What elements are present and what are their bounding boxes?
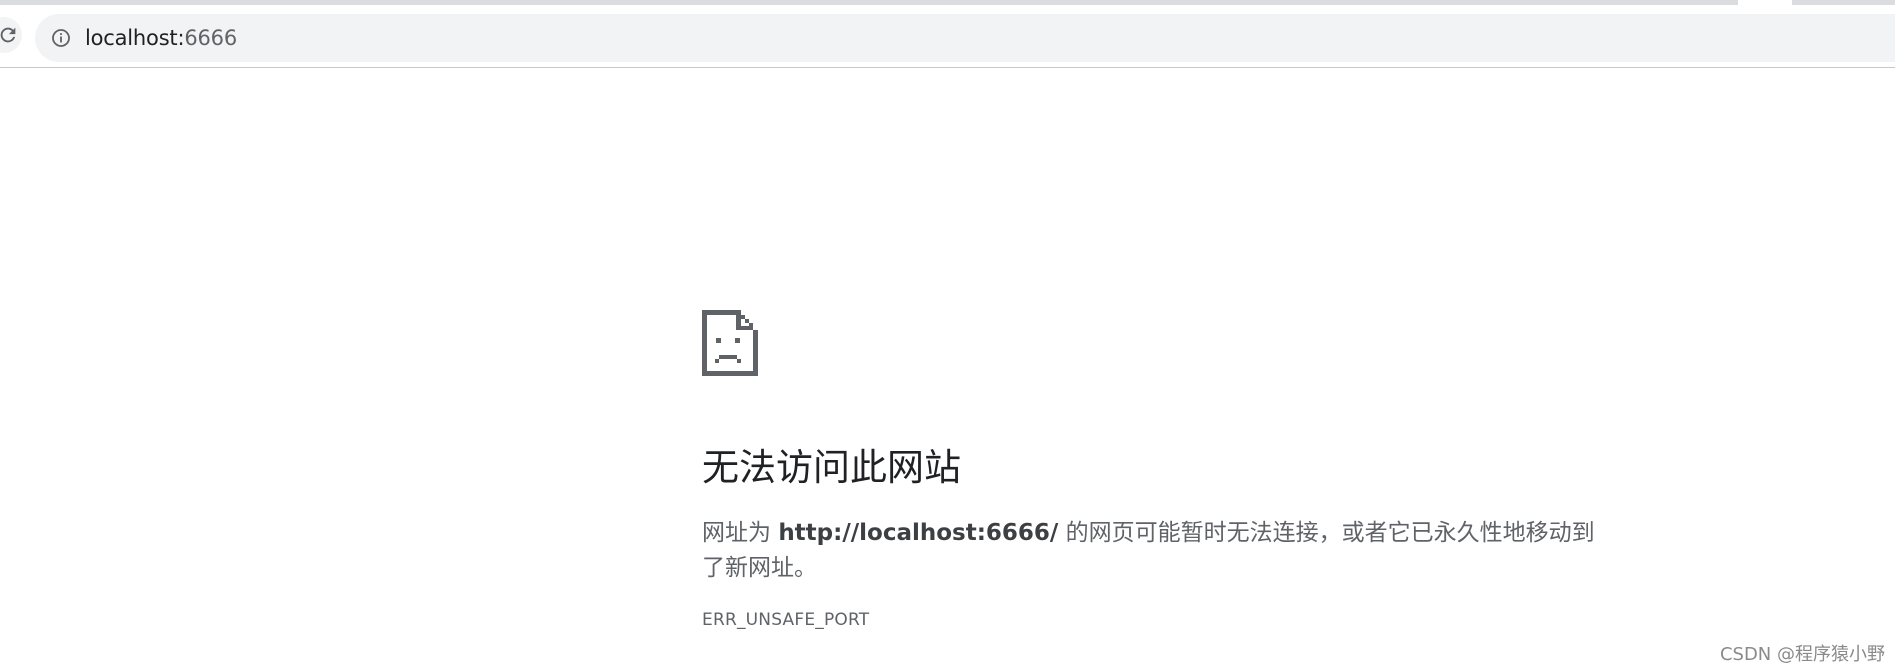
error-description-url: http://localhost:6666/ <box>778 520 1059 546</box>
watermark: CSDN @程序猿小野 <box>1719 644 1885 665</box>
sad-document-icon <box>702 310 758 376</box>
error-title: 无法访问此网站 <box>702 446 961 489</box>
reload-icon <box>0 27 16 43</box>
browser-window: localhost:6666 无法访问此网站 网址为 http://localh… <box>0 0 1895 672</box>
info-icon[interactable] <box>51 28 71 48</box>
url-port: 6666 <box>184 26 237 50</box>
url-host: localhost: <box>85 26 185 50</box>
error-description: 网址为 http://localhost:6666/ 的网页可能暂时无法连接，或… <box>702 516 1608 586</box>
reload-button[interactable] <box>0 17 22 53</box>
address-bar[interactable]: localhost:6666 <box>35 14 1895 62</box>
error-description-prefix: 网址为 <box>702 520 779 546</box>
error-code: ERR_UNSAFE_PORT <box>702 610 870 630</box>
address-bar-url[interactable]: localhost:6666 <box>85 14 237 62</box>
browser-toolbar: localhost:6666 <box>0 5 1895 68</box>
